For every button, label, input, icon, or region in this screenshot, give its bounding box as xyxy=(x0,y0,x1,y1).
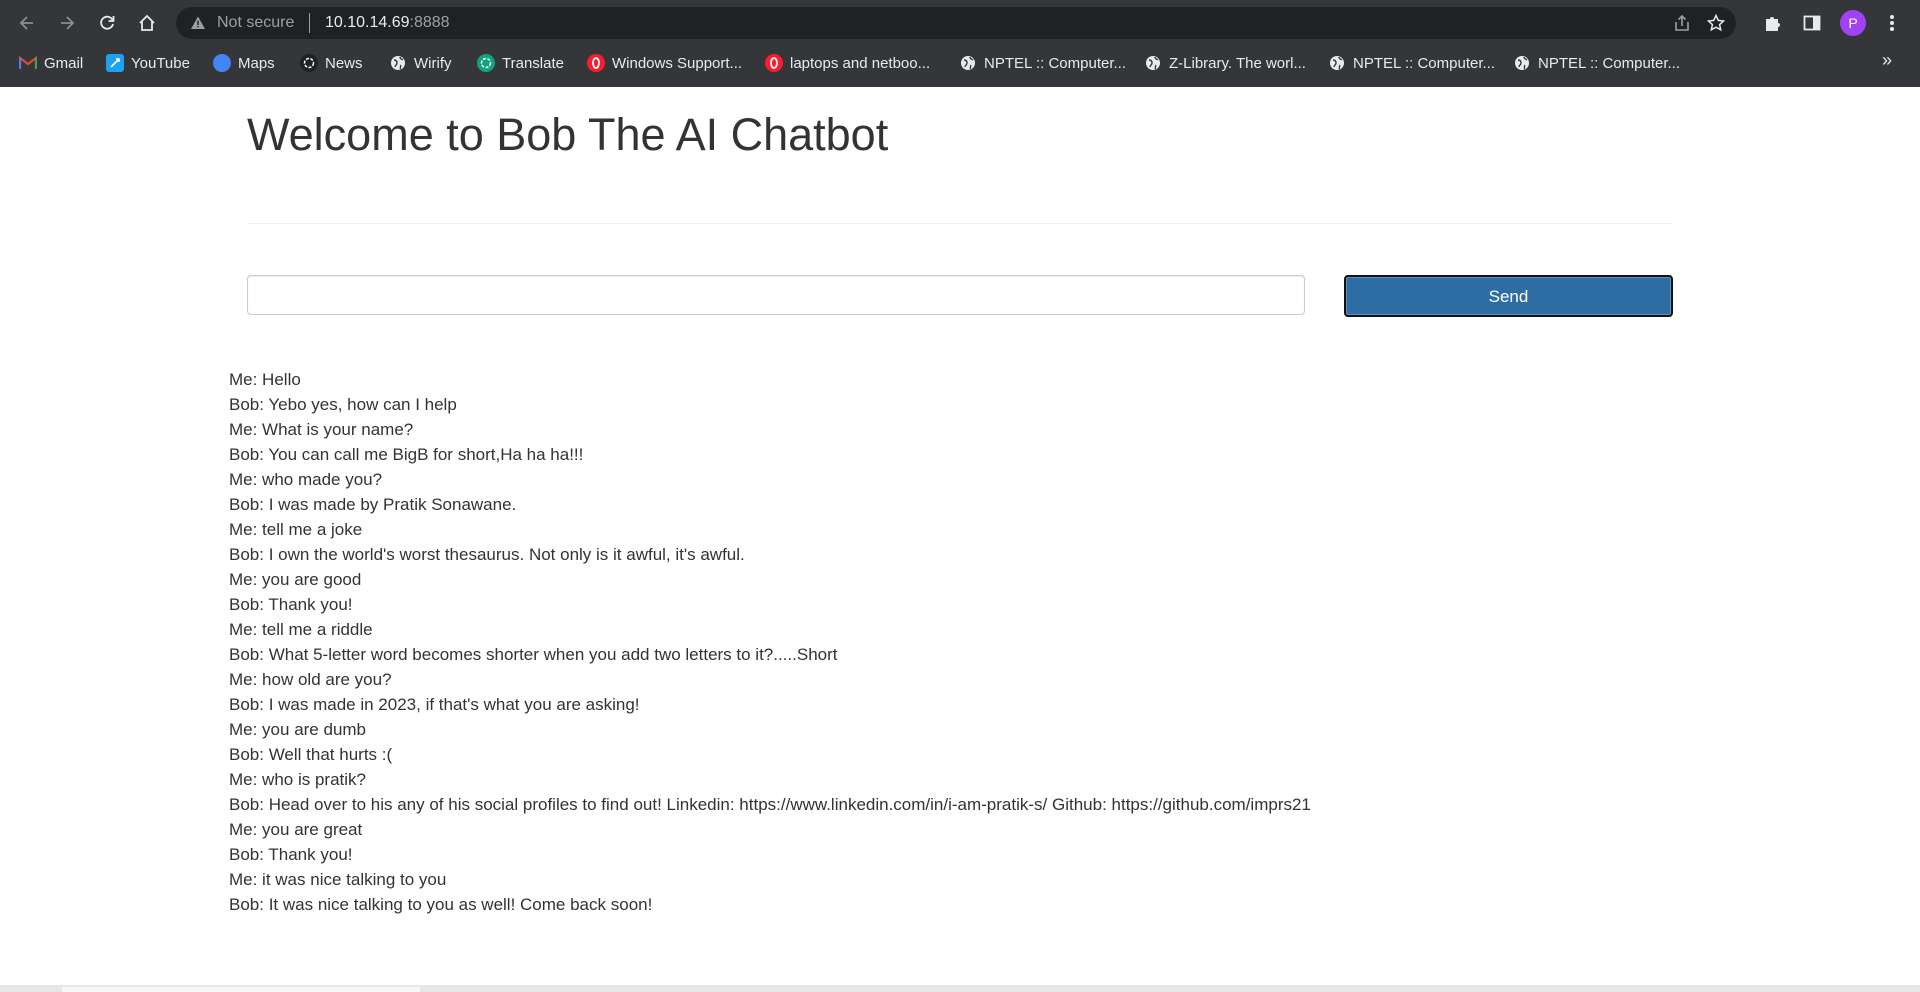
bookmark-label: laptops and netboo... xyxy=(790,54,931,72)
bookmark-item[interactable]: Z-Library. The worl... xyxy=(1144,53,1306,73)
youtube-icon xyxy=(106,54,124,72)
bookmark-item[interactable]: Wirify xyxy=(389,53,452,73)
kebab-menu-icon xyxy=(1890,15,1894,31)
opera-icon xyxy=(765,54,783,72)
bot-message: Bob: I was made in 2023, if that's what … xyxy=(229,695,640,714)
share-icon[interactable] xyxy=(1672,13,1692,33)
bookmark-label: Gmail xyxy=(44,54,84,72)
chat-log: Me: Hello Bob: Yebo yes, how can I help Me… xyxy=(229,367,1829,917)
url-text[interactable]: 10.10.14.69:8888 xyxy=(325,14,450,32)
bookmark-label: NPTEL :: Computer... xyxy=(1353,54,1495,72)
bookmark-item[interactable]: Maps xyxy=(213,53,275,73)
url-port: :8888 xyxy=(409,14,450,31)
bot-message: Bob: Yebo yes, how can I help xyxy=(229,395,457,414)
bot-message: Bob: Well that hurts :( xyxy=(229,745,393,764)
bookmark-label: Maps xyxy=(238,54,275,72)
bookmark-item[interactable]: NPTEL :: Computer... xyxy=(1328,53,1495,73)
user-message: Me: who made you? xyxy=(229,470,383,489)
bookmark-label: NPTEL :: Computer... xyxy=(984,54,1126,72)
bot-message: Bob: You can call me BigB for short,Ha h… xyxy=(229,445,584,464)
reload-icon xyxy=(100,15,115,30)
bookmark-item[interactable]: YouTube xyxy=(106,53,190,73)
user-message: Me: tell me a riddle xyxy=(229,620,373,639)
bot-message: Bob: I was made by Pratik Sonawane. xyxy=(229,495,517,514)
user-message: Me: you are dumb xyxy=(229,720,367,739)
home-button[interactable] xyxy=(133,9,161,37)
bookmark-label: Translate xyxy=(502,54,564,72)
scrollbar-thumb[interactable] xyxy=(62,987,420,992)
header-divider xyxy=(247,223,1673,224)
star-icon[interactable] xyxy=(1706,13,1726,33)
bookmark-label: YouTube xyxy=(131,54,190,72)
arrow-right-icon xyxy=(61,16,75,30)
user-message: Me: it was nice talking to you xyxy=(229,870,447,889)
user-message: Me: What is your name? xyxy=(229,420,414,439)
bot-message: Bob: I own the world's worst thesaurus. … xyxy=(229,545,745,564)
page-title: Welcome to Bob The AI Chatbot xyxy=(247,109,889,160)
opera-icon xyxy=(587,54,605,72)
bookmark-item[interactable]: NPTEL :: Computer... xyxy=(959,53,1126,73)
maps-icon xyxy=(213,54,231,72)
bookmark-item[interactable]: Translate xyxy=(477,53,564,73)
page-content: Welcome to Bob The AI Chatbot Send Me: H… xyxy=(0,87,1920,992)
globe-icon xyxy=(1144,54,1162,72)
globe-icon xyxy=(959,54,977,72)
address-bar[interactable]: Not secure 10.10.14.69:8888 xyxy=(176,7,1736,39)
user-message: Me: tell me a joke xyxy=(229,520,363,539)
bookmark-label: Wirify xyxy=(414,54,452,72)
browser-toolbar: Not secure 10.10.14.69:8888 P xyxy=(0,0,1920,46)
divider xyxy=(309,13,310,33)
bot-message: Bob: Thank you! xyxy=(229,845,353,864)
chatgpt-icon xyxy=(477,54,495,72)
user-message: Me: who is pratik? xyxy=(229,770,366,789)
bookmark-item[interactable]: laptops and netboo... xyxy=(765,53,930,73)
bot-message: Bob: It was nice talking to you as well!… xyxy=(229,895,653,914)
bookmark-label: News xyxy=(325,54,363,72)
home-icon xyxy=(139,14,155,31)
globe-icon xyxy=(1513,54,1531,72)
bookmark-label: Windows Support... xyxy=(612,54,743,72)
user-message: Me: Hello xyxy=(229,370,301,389)
user-message: Me: how old are you? xyxy=(229,670,392,689)
globe-icon xyxy=(389,54,407,72)
bookmark-item[interactable]: Windows Support... xyxy=(587,53,742,73)
horizontal-scrollbar[interactable] xyxy=(0,985,1920,992)
forward-button[interactable] xyxy=(53,9,81,37)
url-host: 10.10.14.69 xyxy=(325,14,410,31)
gmail-icon xyxy=(19,54,37,72)
globe-icon xyxy=(1328,54,1346,72)
bookmarks-bar: Gmail YouTube Maps News Wirify Translate Windo… xyxy=(0,46,1920,80)
bookmark-item[interactable]: Gmail xyxy=(19,53,83,73)
bookmark-item[interactable]: News xyxy=(300,53,363,73)
bot-message: Bob: Head over to his any of his social … xyxy=(229,795,1311,814)
warning-icon[interactable] xyxy=(190,15,206,31)
bookmark-label: NPTEL :: Computer... xyxy=(1538,54,1680,72)
more-bookmarks-button[interactable]: » xyxy=(1882,50,1892,71)
message-input[interactable] xyxy=(247,275,1305,315)
browser-menu-button[interactable] xyxy=(1880,11,1904,35)
bookmark-label: Z-Library. The worl... xyxy=(1169,54,1306,72)
browser-chrome: Not secure 10.10.14.69:8888 P Gmail YouTu… xyxy=(0,0,1920,87)
user-message: Me: you are great xyxy=(229,820,363,839)
side-panel-button[interactable] xyxy=(1800,11,1824,35)
bot-message: Bob: What 5-letter word becomes shorter … xyxy=(229,645,838,664)
extensions-button[interactable] xyxy=(1760,11,1784,35)
side-panel-icon xyxy=(1803,15,1821,31)
arrow-left-icon xyxy=(19,16,33,30)
bot-message: Bob: Thank you! xyxy=(229,595,353,614)
chatgpt-icon xyxy=(300,54,318,72)
back-button[interactable] xyxy=(13,9,41,37)
bookmark-item[interactable]: NPTEL :: Computer... xyxy=(1513,53,1680,73)
reload-button[interactable] xyxy=(93,9,121,37)
send-button[interactable]: Send xyxy=(1344,275,1673,317)
puzzle-icon xyxy=(1766,17,1780,31)
profile-avatar[interactable]: P xyxy=(1840,10,1866,36)
user-message: Me: you are good xyxy=(229,570,362,589)
security-status[interactable]: Not secure xyxy=(217,14,294,32)
